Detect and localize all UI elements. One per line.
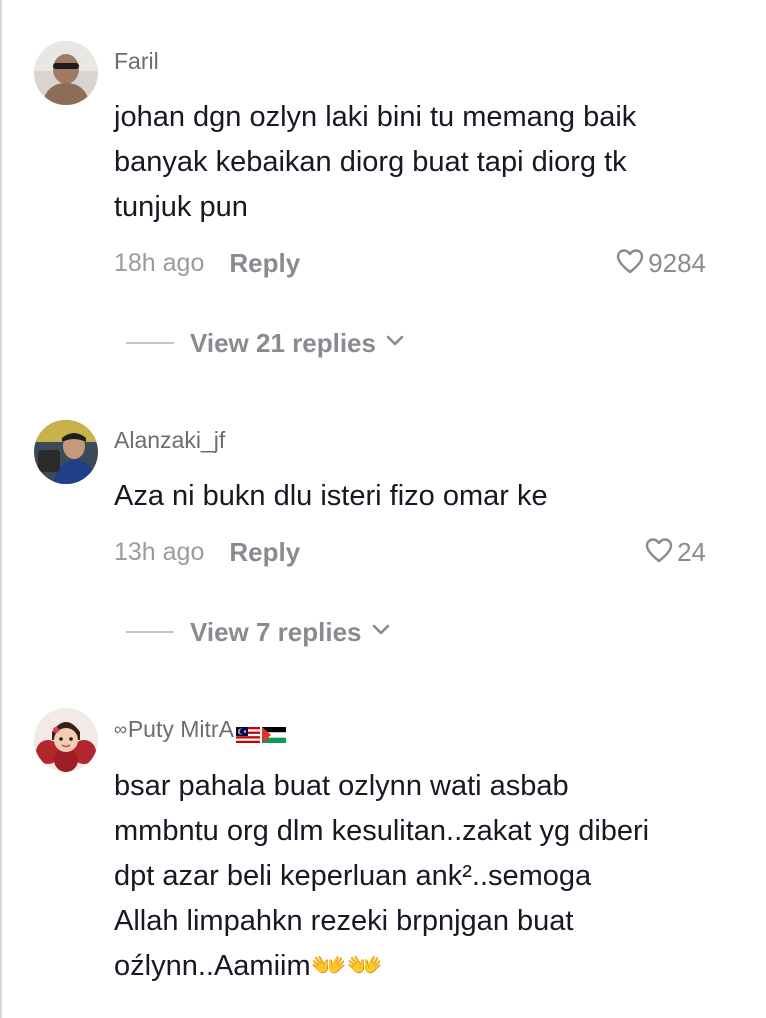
comment-timestamp: 18h ago bbox=[114, 248, 205, 277]
username-prefix: ∞ bbox=[114, 719, 127, 739]
heart-outline-icon[interactable] bbox=[645, 537, 677, 568]
username-text[interactable]: Alanzaki_jf bbox=[114, 426, 225, 454]
comment-username[interactable]: Faril bbox=[114, 47, 159, 75]
reply-button[interactable]: Reply bbox=[229, 248, 300, 279]
replies-divider-line bbox=[126, 631, 174, 633]
view-replies-label[interactable]: View 21 replies bbox=[190, 328, 376, 359]
avatar[interactable] bbox=[34, 41, 98, 105]
view-replies-button[interactable]: View 21 replies bbox=[126, 326, 404, 360]
malaysia-flag-icon bbox=[235, 721, 260, 743]
palestine-flag-icon bbox=[261, 721, 286, 743]
comment-username[interactable]: Alanzaki_jf bbox=[114, 426, 225, 454]
heart-outline-icon[interactable] bbox=[616, 248, 648, 279]
avatar[interactable] bbox=[34, 420, 98, 484]
like-count: 9284 bbox=[648, 247, 706, 278]
replies-divider-line bbox=[126, 342, 174, 344]
view-replies-label[interactable]: View 7 replies bbox=[190, 617, 362, 648]
comment-text: Aza ni bukn dlu isteri fizo omar ke bbox=[114, 480, 548, 512]
comment-meta: 18h ago Reply 9284 bbox=[114, 246, 706, 280]
like-button[interactable]: 9284 bbox=[616, 248, 706, 279]
chevron-down-icon[interactable] bbox=[376, 334, 404, 352]
comment-username[interactable]: ∞ Puty MitrA bbox=[114, 715, 286, 743]
username-text[interactable]: Puty MitrA bbox=[128, 715, 234, 743]
comment-meta: 13h ago Reply 24 bbox=[114, 535, 706, 569]
chevron-down-icon[interactable] bbox=[362, 623, 390, 641]
view-replies-button[interactable]: View 7 replies bbox=[126, 615, 390, 649]
username-text[interactable]: Faril bbox=[114, 47, 159, 75]
avatar[interactable] bbox=[34, 708, 98, 772]
comment-timestamp: 13h ago bbox=[114, 537, 205, 566]
comment-text: bsar pahala buat ozlynn wati asbab mmbnt… bbox=[114, 770, 650, 982]
left-divider bbox=[0, 0, 2, 1018]
like-count: 24 bbox=[677, 536, 706, 567]
comment-text: johan dgn ozlyn laki bini tu memang baik… bbox=[114, 101, 637, 223]
like-button[interactable]: 24 bbox=[645, 537, 706, 568]
reply-button[interactable]: Reply bbox=[229, 537, 300, 568]
